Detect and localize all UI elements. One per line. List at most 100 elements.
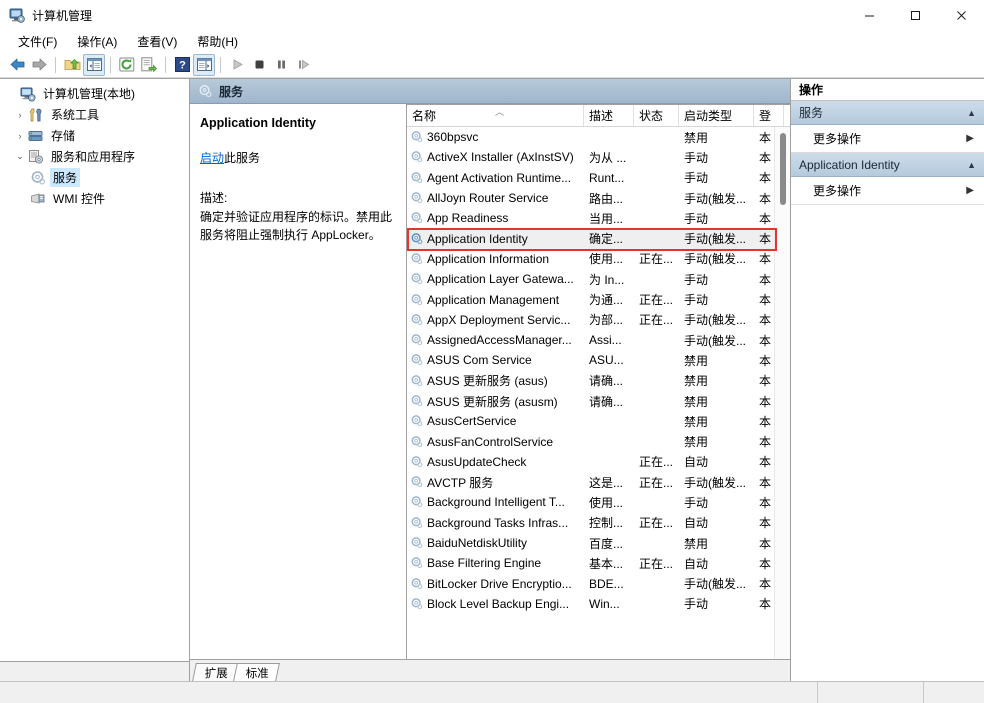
column-header-name-label: 名称	[412, 107, 436, 124]
table-row[interactable]: ASUS 更新服务 (asus)请确...禁用本	[407, 371, 790, 391]
gear-icon	[410, 252, 424, 266]
collapse-up-icon[interactable]: ▲	[967, 160, 976, 170]
table-row[interactable]: App Readiness当用...手动本	[407, 208, 790, 228]
help-icon[interactable]: ?	[171, 54, 193, 76]
tree-item-services[interactable]: 服务	[0, 167, 189, 188]
cell-startup-type: 禁用	[679, 352, 754, 369]
tree-item-wmi-control[interactable]: WMI 控件	[0, 188, 189, 209]
console-tree: 计算机管理(本地) › 系统工具 ›	[0, 79, 189, 661]
pause-service-icon[interactable]	[270, 54, 292, 76]
table-row[interactable]: AssignedAccessManager...Assi...手动(触发...本	[407, 330, 790, 350]
menu-view[interactable]: 查看(V)	[127, 31, 187, 52]
actions-group-application-identity-header[interactable]: Application Identity ▲	[791, 153, 984, 177]
menu-help[interactable]: 帮助(H)	[187, 31, 248, 52]
export-list-icon[interactable]	[138, 54, 160, 76]
stop-service-icon[interactable]	[248, 54, 270, 76]
forward-icon[interactable]	[28, 54, 50, 76]
menu-file[interactable]: 文件(F)	[8, 31, 67, 52]
cell-service-name: Block Level Backup Engi...	[407, 597, 584, 611]
actions-group-services-header[interactable]: 服务 ▲	[791, 101, 984, 125]
table-row[interactable]: Base Filtering Engine基本...正在...自动本	[407, 553, 790, 573]
tools-icon	[28, 107, 44, 123]
table-row[interactable]: Agent Activation Runtime...Runt...手动本	[407, 168, 790, 188]
show-hide-tree-icon[interactable]	[83, 54, 105, 76]
tree-item-computer-management[interactable]: 计算机管理(本地)	[0, 83, 189, 104]
cell-startup-type: 自动	[679, 453, 754, 470]
start-service-link[interactable]: 启动	[200, 151, 224, 165]
back-icon[interactable]	[6, 54, 28, 76]
tree-expander[interactable]: ›	[12, 131, 28, 141]
main-body: 计算机管理(本地) › 系统工具 ›	[0, 78, 984, 681]
collapse-up-icon[interactable]: ▲	[967, 108, 976, 118]
service-name-label: Block Level Backup Engi...	[427, 597, 569, 611]
gear-icon	[410, 211, 424, 225]
tree-item-label: 存储	[48, 126, 78, 145]
tree-expander[interactable]: ›	[12, 110, 28, 120]
table-row[interactable]: AppX Deployment Servic...为部...正在...手动(触发…	[407, 310, 790, 330]
table-row[interactable]: Application Management为通...正在...手动本	[407, 289, 790, 309]
refresh-icon[interactable]	[116, 54, 138, 76]
table-row[interactable]: ActiveX Installer (AxInstSV)为从 ...手动本	[407, 147, 790, 167]
status-bar	[0, 681, 984, 703]
table-row[interactable]: BitLocker Drive Encryptio...BDE...手动(触发.…	[407, 574, 790, 594]
minimize-button[interactable]	[846, 0, 892, 30]
scrollbar-thumb[interactable]	[780, 133, 786, 205]
table-row[interactable]: ASUS Com ServiceASU...禁用本	[407, 350, 790, 370]
tab-extended[interactable]: 扩展	[192, 663, 239, 681]
toolbar-separator-4	[220, 57, 221, 73]
gear-icon	[410, 475, 424, 489]
table-row[interactable]: AsusFanControlService禁用本	[407, 431, 790, 451]
action-more-actions-services[interactable]: 更多操作 ▶	[791, 125, 984, 153]
cell-description: 使用...	[584, 250, 634, 267]
table-row[interactable]: Block Level Backup Engi...Win...手动本	[407, 594, 790, 614]
table-row[interactable]: Background Tasks Infras...控制...正在...自动本	[407, 513, 790, 533]
chevron-right-icon: ▶	[966, 133, 974, 144]
maximize-button[interactable]	[892, 0, 938, 30]
gear-icon	[410, 394, 424, 408]
table-row[interactable]: Background Intelligent T...使用...手动本	[407, 492, 790, 512]
table-row[interactable]: 360bpsvc禁用本	[407, 127, 790, 147]
cell-service-name: AsusFanControlService	[407, 435, 584, 449]
column-header-description[interactable]: 描述	[584, 105, 634, 126]
table-row[interactable]: Application Information使用...正在...手动(触发..…	[407, 249, 790, 269]
wmi-icon	[30, 191, 46, 207]
table-row[interactable]: AVCTP 服务这是...正在...手动(触发...本	[407, 472, 790, 492]
menu-action[interactable]: 操作(A)	[67, 31, 127, 52]
table-row[interactable]: AsusCertService禁用本	[407, 411, 790, 431]
start-service-icon[interactable]	[226, 54, 248, 76]
up-folder-icon[interactable]	[61, 54, 83, 76]
restart-service-icon[interactable]	[292, 54, 314, 76]
console-tree-pane: 计算机管理(本地) › 系统工具 ›	[0, 78, 190, 681]
column-header-startup-type[interactable]: 启动类型	[679, 105, 754, 126]
computer-management-icon	[9, 7, 25, 23]
tree-item-services-and-applications[interactable]: ⌄ 服务和应用程序	[0, 146, 189, 167]
show-action-pane-icon[interactable]	[193, 54, 215, 76]
cell-status: 正在...	[634, 453, 679, 470]
list-vertical-scrollbar[interactable]	[774, 127, 790, 659]
gear-icon	[410, 536, 424, 550]
table-row[interactable]: ASUS 更新服务 (asusm)请确...禁用本	[407, 391, 790, 411]
toolbar: ?	[0, 52, 984, 78]
service-name-label: Application Layer Gatewa...	[427, 272, 574, 286]
table-row[interactable]: Application Identity确定...手动(触发...本	[407, 228, 790, 248]
tree-item-storage[interactable]: › 存储	[0, 125, 189, 146]
cell-service-name: Application Information	[407, 252, 584, 266]
table-row[interactable]: Application Layer Gatewa...为 In...手动本	[407, 269, 790, 289]
gear-icon	[410, 232, 424, 246]
column-header-status[interactable]: 状态	[634, 105, 679, 126]
action-more-actions-application-identity[interactable]: 更多操作 ▶	[791, 177, 984, 205]
tab-standard[interactable]: 标准	[233, 663, 280, 681]
cell-description: 请确...	[584, 372, 634, 389]
cell-description: 当用...	[584, 210, 634, 227]
table-row[interactable]: AsusUpdateCheck正在...自动本	[407, 452, 790, 472]
svg-text:?: ?	[179, 60, 186, 72]
cell-service-name: Application Layer Gatewa...	[407, 272, 584, 286]
tree-item-system-tools[interactable]: › 系统工具	[0, 104, 189, 125]
close-button[interactable]	[938, 0, 984, 30]
service-name-label: AppX Deployment Servic...	[427, 313, 570, 327]
table-row[interactable]: AllJoyn Router Service路由...手动(触发...本	[407, 188, 790, 208]
column-header-name[interactable]: 名称 ︿	[407, 105, 584, 126]
table-row[interactable]: BaiduNetdiskUtility百度...禁用本	[407, 533, 790, 553]
column-header-log-on-as[interactable]: 登	[754, 105, 784, 126]
tree-expander[interactable]: ⌄	[12, 151, 28, 162]
